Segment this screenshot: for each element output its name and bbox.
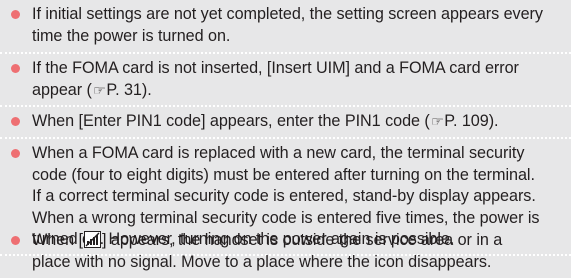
bullet-icon [11,236,20,245]
note-item-foma-card-missing: If the FOMA card is not inserted, [Inser… [0,58,571,101]
bullet-icon [11,149,20,158]
page-reference-icon: ☞ [429,113,445,129]
dotted-divider [0,137,571,139]
note-text-line: When a FOMA card is replaced with a new … [32,144,525,162]
note-text-line: code (four to eight digits) must be ente… [32,165,535,184]
note-text-line: If a correct terminal security code is e… [32,187,536,206]
note-text-line: place with no signal. Move to a place wh… [32,252,492,271]
note-text-line: When [Enter PIN1 code] appears, enter th… [32,111,565,133]
out-of-service-icon [83,231,101,248]
note-text-line: When a wrong terminal security code is e… [32,208,540,227]
note-item-initial-settings: If initial settings are not yet complete… [0,4,571,47]
bullet-icon [11,10,20,19]
bullet-icon [11,117,20,126]
dotted-divider [0,105,571,107]
note-item-out-of-service: When [ ] appears, the handset is outside… [0,230,571,273]
note-text-line: If initial settings are not yet complete… [32,5,543,23]
note-text-line: appear (☞P. 31). [32,80,565,102]
note-text-line: When [ ] appears, the handset is outside… [32,231,503,249]
notes-box: If initial settings are not yet complete… [0,0,571,278]
dotted-divider [0,52,571,54]
page-reference-icon: ☞ [91,81,107,98]
bullet-icon [11,64,20,73]
note-item-pin1-code: When [Enter PIN1 code] appears, enter th… [0,111,571,133]
note-text-line: time the power is turned on. [32,26,231,45]
note-text-line: If the FOMA card is not inserted, [Inser… [32,59,519,77]
